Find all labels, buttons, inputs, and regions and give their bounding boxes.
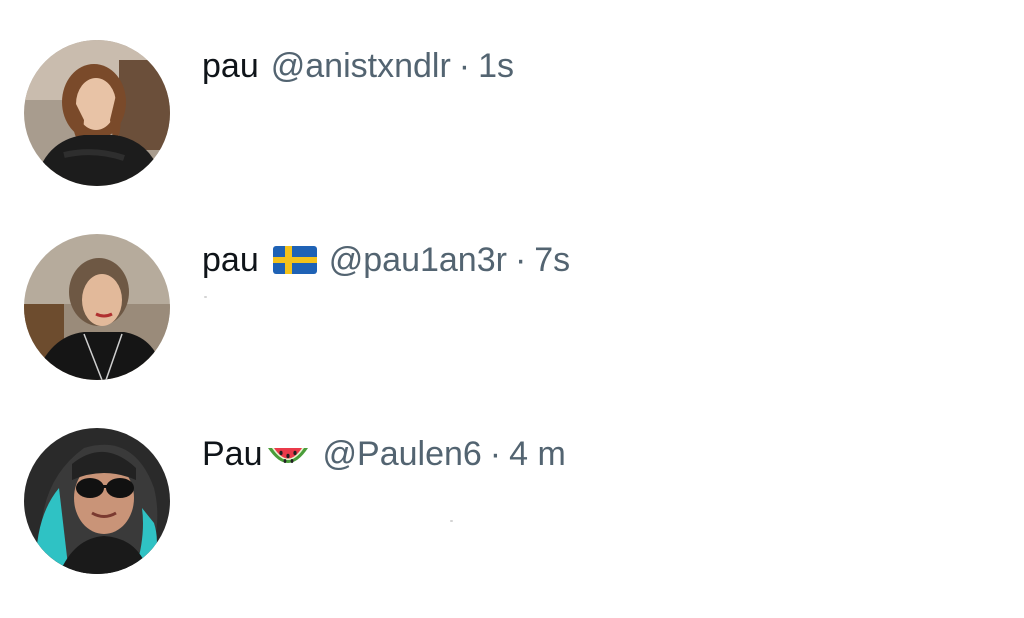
avatar-photo <box>24 428 170 574</box>
timeline-feed: pau @anistxndlr · 1s pau @pau1an3r · 7s … <box>0 0 1024 618</box>
display-name[interactable]: pau <box>202 241 259 280</box>
image-speck <box>204 296 207 298</box>
post-timestamp[interactable]: 1s <box>478 47 514 86</box>
avatar[interactable] <box>24 234 170 380</box>
avatar[interactable] <box>24 428 170 574</box>
post-timestamp[interactable]: 7s <box>534 241 570 280</box>
image-speck <box>450 520 453 522</box>
post-timestamp[interactable]: 4 m <box>509 435 566 474</box>
user-handle[interactable]: @anistxndlr <box>271 47 451 86</box>
display-name[interactable]: Pau <box>202 435 263 474</box>
avatar[interactable] <box>24 40 170 186</box>
avatar-photo <box>24 40 170 186</box>
separator-dot: · <box>458 46 471 85</box>
sweden-flag-icon <box>272 246 317 274</box>
separator-dot: · <box>489 434 502 473</box>
user-handle[interactable]: @pau1an3r <box>329 241 507 280</box>
post-header: pau @pau1an3r · 7s <box>202 240 570 280</box>
display-name[interactable]: pau <box>202 47 259 86</box>
post-header: Pau @Paulen6 · 4 m <box>202 434 566 474</box>
watermelon-icon <box>265 434 311 474</box>
separator-dot: · <box>514 240 527 279</box>
user-handle[interactable]: @Paulen6 <box>323 435 482 474</box>
avatar-photo <box>24 234 170 380</box>
post-item[interactable]: pau @anistxndlr · 1s <box>0 0 1024 190</box>
post-header: pau @anistxndlr · 1s <box>202 46 514 86</box>
post-item[interactable]: pau @pau1an3r · 7s <box>0 194 1024 384</box>
post-item[interactable]: Pau @Paulen6 · 4 m <box>0 388 1024 578</box>
